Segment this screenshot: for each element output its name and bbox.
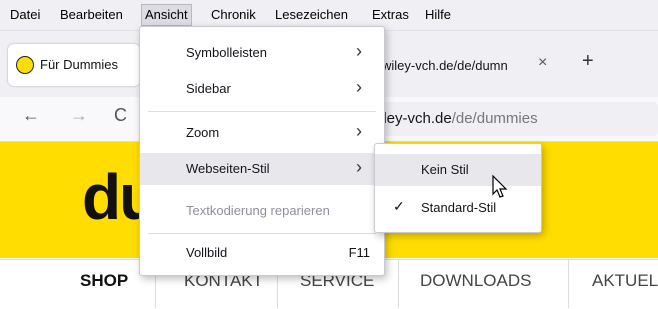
reload-icon[interactable]: C <box>114 105 127 126</box>
menuitem-label: Symbolleisten <box>186 45 267 60</box>
chevron-right-icon: › <box>356 41 362 61</box>
menuitem-label: Standard-Stil <box>421 200 497 215</box>
nav-downloads[interactable]: DOWNLOADS <box>420 271 531 291</box>
page-style-submenu: Kein Stil ✓ Standard-Stil <box>374 143 542 233</box>
url-text: iley-vch.de/de/dummies <box>380 110 538 127</box>
menuitem-label: Vollbild <box>186 245 228 260</box>
new-tab-button[interactable]: + <box>582 50 594 73</box>
menuitem-vollbild[interactable]: Vollbild F11 <box>140 237 384 269</box>
menu-separator <box>148 111 376 112</box>
menuitem-label: Webseiten-Stil <box>186 161 270 176</box>
url-path: /de/dummies <box>451 110 538 127</box>
menuitem-sidebar[interactable]: Sidebar › <box>140 73 384 105</box>
forward-icon[interactable]: → <box>70 105 88 126</box>
menuitem-label: Sidebar <box>186 81 231 96</box>
menuitem-symbolleisten[interactable]: Symbolleisten › <box>140 37 384 69</box>
chevron-right-icon: › <box>356 157 362 177</box>
nav-divider <box>568 259 569 308</box>
menu-datei[interactable]: Datei <box>10 7 40 22</box>
chevron-right-icon: › <box>356 121 362 141</box>
menuitem-kein-stil[interactable]: Kein Stil <box>375 154 541 186</box>
menu-bearbeiten[interactable]: Bearbeiten <box>60 7 123 22</box>
chevron-right-icon: › <box>356 77 362 97</box>
menu-hilfe[interactable]: Hilfe <box>425 7 451 22</box>
menu-chronik[interactable]: Chronik <box>211 7 256 22</box>
nav-shop[interactable]: SHOP <box>80 271 128 291</box>
dummies-favicon-icon <box>16 56 34 74</box>
tab-title: wiley-vch.de/de/dumn <box>382 58 508 73</box>
tab-title: Für Dummies <box>40 57 119 72</box>
mouse-pointer-icon <box>492 175 508 198</box>
menuitem-shortcut: F11 <box>348 245 370 260</box>
close-tab-icon[interactable]: × <box>538 54 547 72</box>
tab-active[interactable]: Für Dummies <box>8 44 140 86</box>
menuitem-label: Kein Stil <box>421 162 469 177</box>
nav-divider <box>398 259 399 308</box>
back-icon[interactable]: ← <box>22 105 40 126</box>
menu-lesezeichen[interactable]: Lesezeichen <box>275 7 348 22</box>
menu-extras[interactable]: Extras <box>372 7 409 22</box>
menuitem-zoom[interactable]: Zoom › <box>140 117 384 149</box>
view-menu-dropdown: Symbolleisten › Sidebar › Zoom › Webseit… <box>139 26 385 276</box>
checkmark-icon: ✓ <box>393 198 405 214</box>
menuitem-standard-stil[interactable]: ✓ Standard-Stil <box>375 192 541 224</box>
menu-separator <box>148 233 376 234</box>
menuitem-webseiten-stil[interactable]: Webseiten-Stil › <box>140 153 384 185</box>
url-host: iley-vch.de <box>380 110 452 127</box>
menuitem-textkodierung[interactable]: Textkodierung reparieren <box>140 195 384 227</box>
menuitem-label: Textkodierung reparieren <box>186 203 330 218</box>
nav-aktuell[interactable]: AKTUEL <box>592 271 658 291</box>
menuitem-label: Zoom <box>186 125 220 140</box>
tab-inactive[interactable]: wiley-vch.de/de/dumn × <box>376 52 556 80</box>
menu-ansicht[interactable]: Ansicht <box>141 4 192 26</box>
